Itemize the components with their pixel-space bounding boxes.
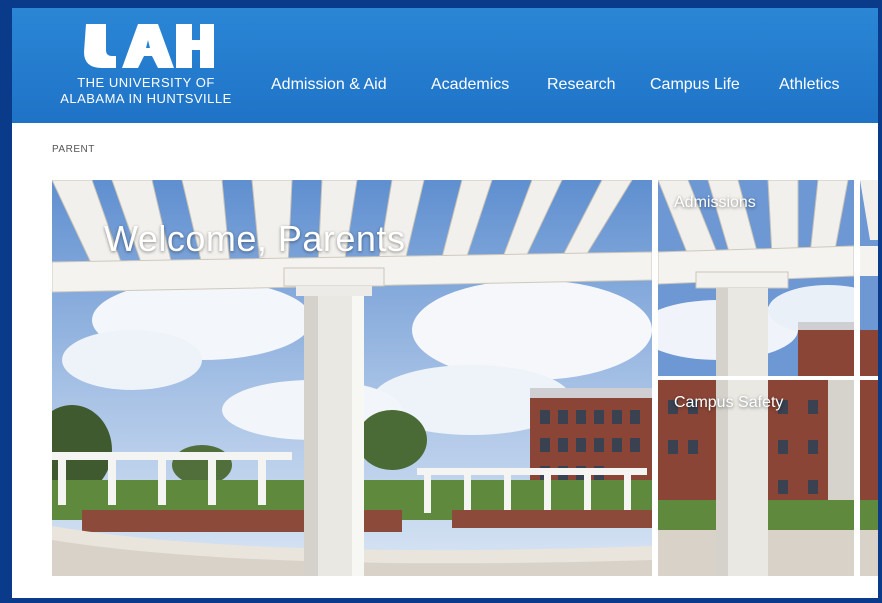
uah-logo-icon bbox=[84, 24, 214, 68]
site-header: THE UNIVERSITY OF ALABAMA IN HUNTSVILLE … bbox=[12, 8, 878, 123]
hero-title: Welcome, Parents bbox=[104, 218, 406, 259]
tile-admissions-label: Admissions bbox=[674, 194, 756, 211]
uah-logo[interactable]: THE UNIVERSITY OF ALABAMA IN HUNTSVILLE bbox=[52, 20, 240, 110]
logo-text-line2: ALABAMA IN HUNTSVILLE bbox=[60, 91, 232, 106]
tile-partial-bottom[interactable] bbox=[860, 380, 878, 576]
breadcrumb[interactable]: PARENT bbox=[52, 144, 95, 155]
logo-text-line1: THE UNIVERSITY OF bbox=[77, 75, 215, 90]
nav-admission-aid[interactable]: Admission & Aid bbox=[271, 76, 387, 94]
tile-partial-top-photo bbox=[860, 180, 878, 376]
nav-research[interactable]: Research bbox=[547, 76, 615, 94]
tile-admissions[interactable]: Admissions bbox=[658, 180, 854, 376]
tile-partial-top[interactable] bbox=[860, 180, 878, 376]
nav-academics[interactable]: Academics bbox=[431, 76, 509, 94]
tile-partial-bottom-photo bbox=[860, 380, 878, 576]
hero-image: Welcome, Parents bbox=[52, 180, 652, 576]
tile-campus-safety-label: Campus Safety bbox=[674, 394, 784, 411]
nav-campus-life[interactable]: Campus Life bbox=[650, 76, 740, 94]
nav-athletics[interactable]: Athletics bbox=[779, 76, 839, 94]
tile-campus-safety[interactable]: Campus Safety bbox=[658, 380, 854, 576]
browser-viewport: THE UNIVERSITY OF ALABAMA IN HUNTSVILLE … bbox=[12, 8, 878, 598]
